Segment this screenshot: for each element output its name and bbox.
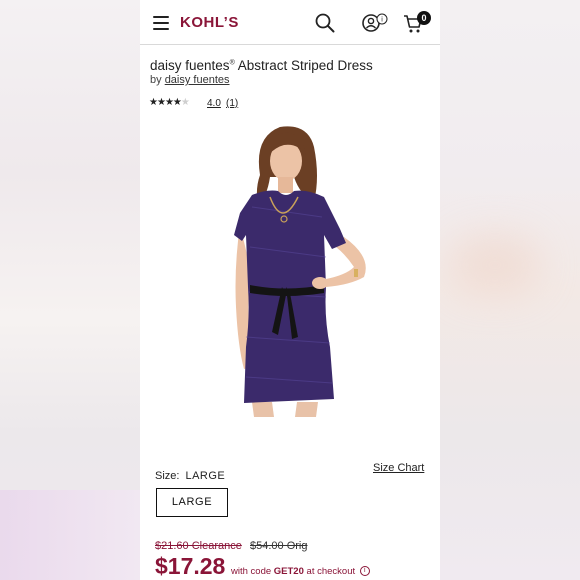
registered-mark: ® <box>229 59 235 67</box>
sale-price: $17.28 <box>155 553 226 579</box>
promo-code-text: with code GET20 at checkout i <box>231 566 370 577</box>
rating-value[interactable]: 4.0 <box>207 98 221 109</box>
cart-count-badge: 0 <box>417 11 431 25</box>
search-icon[interactable] <box>315 13 335 33</box>
original-price: $54.00 Orig <box>250 540 308 552</box>
product-title: daisy fuentes® Abstract Striped Dress <box>150 58 373 73</box>
promo-suffix: at checkout <box>306 566 356 577</box>
product-page: KOHL’S i 0 daisy fuentes® Abstract Strip… <box>140 0 440 580</box>
size-label-text: Size: <box>155 470 180 482</box>
size-chart-link[interactable]: Size Chart <box>373 462 424 474</box>
hamburger-menu-icon[interactable] <box>153 16 169 30</box>
product-brand-name: daisy fuentes <box>150 58 230 73</box>
star-empty-icon: ★ <box>180 97 190 108</box>
selected-size-text: LARGE <box>185 470 226 482</box>
background-tint <box>0 490 140 580</box>
promo-code: GET20 <box>273 566 304 577</box>
star-icon: ★ <box>156 97 166 108</box>
star-icon: ★ <box>164 97 174 108</box>
brand-link[interactable]: daisy fuentes <box>165 74 230 86</box>
clearance-price: $21.60 Clearance <box>155 540 242 552</box>
review-count-link[interactable]: (1) <box>226 98 238 109</box>
top-nav-bar: KOHL’S i 0 <box>140 0 440 45</box>
product-byline: by daisy fuentes <box>150 74 230 86</box>
promo-prefix: with code <box>231 566 272 577</box>
info-icon[interactable]: i <box>359 566 370 577</box>
rating-stars[interactable]: ★★★★★ <box>149 97 190 108</box>
star-icon: ★ <box>149 97 158 108</box>
product-image[interactable] <box>222 117 384 422</box>
kohls-logo[interactable]: KOHL’S <box>180 14 239 31</box>
account-icon[interactable]: i <box>362 13 388 33</box>
size-label: Size: LARGE <box>155 470 225 482</box>
byline-prefix: by <box>150 74 162 86</box>
star-icon: ★ <box>172 97 182 108</box>
background-tint-right <box>450 235 540 295</box>
product-name: Abstract Striped Dress <box>237 58 373 73</box>
size-option-button[interactable]: LARGE <box>156 488 228 517</box>
